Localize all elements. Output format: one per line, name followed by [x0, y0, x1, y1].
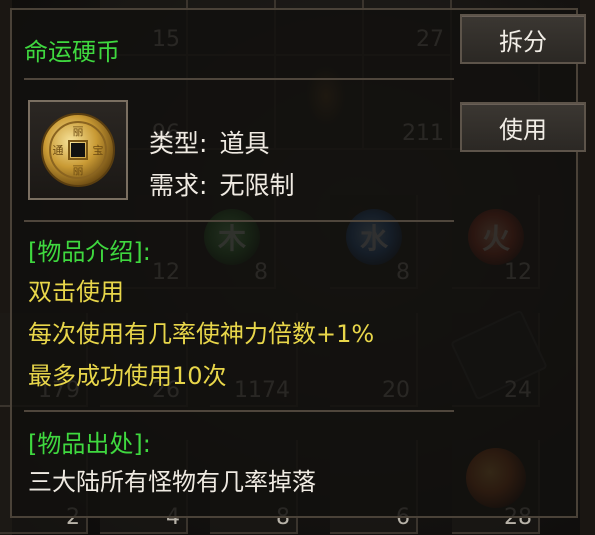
intro-line: 双击使用 [28, 278, 124, 306]
intro-line: 每次使用有几率使神力倍数+1% [28, 320, 375, 348]
type-label: 类型: [149, 129, 208, 158]
intro-line: 最多成功使用10次 [28, 362, 227, 390]
type-value: 道具 [219, 129, 270, 158]
item-tooltip: 命运硬币 丽 丽 通 宝 类型: 道具 需求: 无限制 [物品介绍]: 双击使用… [10, 8, 578, 518]
intro-heading: [物品介绍]: [28, 238, 151, 266]
divider [24, 78, 454, 80]
svg-text:丽: 丽 [73, 164, 84, 177]
right-border [580, 0, 595, 535]
svg-text:宝: 宝 [93, 143, 104, 157]
item-icon-frame: 丽 丽 通 宝 [28, 100, 128, 200]
split-button[interactable]: 拆分 [460, 14, 586, 64]
svg-text:丽: 丽 [73, 125, 84, 138]
item-type-row: 类型: 道具 [149, 124, 269, 160]
ancient-coin-icon: 丽 丽 通 宝 [41, 113, 115, 187]
svg-text:通: 通 [53, 144, 64, 157]
requirement-label: 需求: [149, 171, 208, 200]
divider [24, 220, 454, 222]
game-screen: 15 27 96 211 72 12 木 8 水 8 [0, 0, 595, 535]
requirement-value: 无限制 [219, 171, 295, 200]
item-name: 命运硬币 [24, 38, 120, 66]
item-requirement-row: 需求: 无限制 [149, 166, 294, 202]
use-button[interactable]: 使用 [460, 102, 586, 152]
origin-heading: [物品出处]: [28, 430, 151, 458]
origin-text: 三大陆所有怪物有几率掉落 [28, 468, 316, 496]
divider [24, 410, 454, 412]
